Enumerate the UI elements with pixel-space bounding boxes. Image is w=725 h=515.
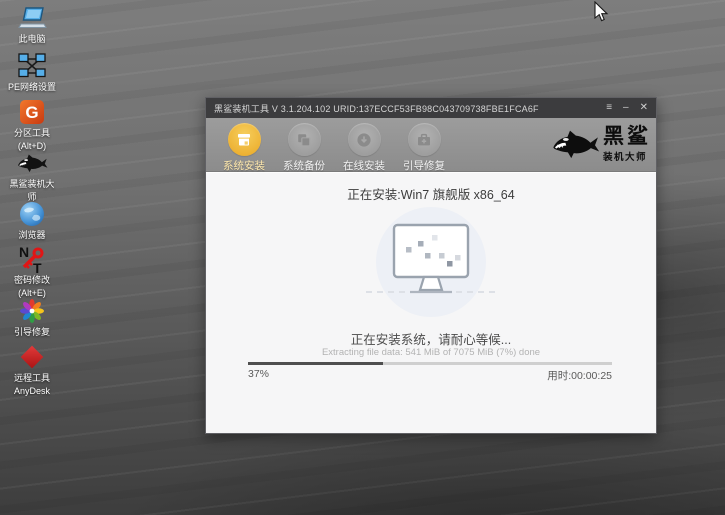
network-settings-icon (17, 52, 47, 80)
substatus-text: Extracting file data: 541 MiB of 7075 Mi… (206, 347, 656, 358)
svg-text:T: T (33, 260, 42, 274)
svg-text:G: G (25, 103, 38, 122)
anydesk-icon (19, 343, 45, 371)
desktop-icon-boot-repair[interactable]: 引导修复 (0, 297, 64, 338)
globe-icon (19, 200, 45, 228)
brand-logo: 黑鲨 装机大师 (550, 125, 651, 163)
progress-bar-fill (248, 362, 383, 365)
toolbar: 系统安装 系统备份 在线安装 引导修复 (206, 118, 656, 172)
desktop-icon-label: 此电脑 (18, 34, 45, 45)
brand-subtitle: 装机大师 (603, 149, 651, 163)
desktop-icon-label: 密码修改 (14, 275, 50, 286)
window-titlebar[interactable]: 黑鲨装机工具 V 3.1.204.102 URID:137ECCF53FB98C… (206, 98, 656, 118)
desktop-icon-this-pc[interactable]: 此电脑 (0, 4, 64, 45)
mouse-cursor-icon (593, 1, 609, 23)
tab-label: 引导修复 (403, 158, 445, 173)
progress-bar (248, 362, 612, 365)
desktop-icon-pe-network[interactable]: PE网络设置 (0, 52, 64, 93)
status-text: 正在安装系统，请耐心等候... (206, 329, 656, 348)
tab-boot-repair[interactable]: 引导修复 (394, 123, 454, 173)
tab-label: 在线安装 (343, 158, 385, 173)
progress-percent: 37% (248, 368, 269, 383)
diskgenius-icon: G (19, 98, 45, 126)
desktop-icon-label: 浏览器 (18, 230, 45, 241)
menu-icon[interactable]: ≡ (606, 103, 612, 113)
tab-label: 系统安装 (223, 158, 265, 173)
download-icon (355, 131, 373, 149)
elapsed-time: 用时:00:00:25 (547, 368, 612, 383)
tab-system-backup[interactable]: 系统备份 (274, 123, 334, 173)
monitor-illustration (206, 206, 656, 320)
minimize-icon[interactable]: – (623, 103, 629, 113)
this-pc-icon (17, 4, 47, 32)
desktop-icon-label2: AnyDesk (14, 386, 50, 397)
install-progress-panel: 正在安装:Win7 旗舰版 x86_64 正在安装系统，请耐 (206, 172, 656, 433)
monitor-icon (364, 206, 498, 320)
pinwheel-icon (19, 297, 45, 325)
tab-online-install[interactable]: 在线安装 (334, 123, 394, 173)
toolbox-icon (415, 131, 433, 149)
desktop-icon-anydesk[interactable]: 远程工具 AnyDesk (0, 343, 64, 396)
tab-label: 系统备份 (283, 158, 325, 173)
desktop-icon-label: 黑鲨装机大 (9, 179, 54, 190)
install-box-icon (235, 131, 253, 149)
desktop-icon-label: PE网络设置 (8, 82, 56, 93)
desktop-icon-label: 分区工具 (14, 128, 50, 139)
tab-system-install[interactable]: 系统安装 (214, 123, 274, 173)
desktop-icon-partition-tool[interactable]: G 分区工具 (Alt+D) (0, 98, 64, 151)
window-title: 黑鲨装机工具 V 3.1.204.102 URID:137ECCF53FB98C… (214, 102, 539, 115)
desktop-icon-label: 远程工具 (14, 373, 50, 384)
desktop-icon-browser[interactable]: 浏览器 (0, 200, 64, 241)
desktop-icon-password-edit[interactable]: N T 密码修改 (Alt+E) (0, 245, 64, 298)
desktop-icon-label: 引导修复 (14, 327, 50, 338)
shark-icon (16, 149, 48, 177)
svg-text:N: N (19, 245, 29, 260)
close-icon[interactable]: ✕ (640, 103, 648, 113)
backup-copies-icon (295, 131, 313, 149)
installer-window: 黑鲨装机工具 V 3.1.204.102 URID:137ECCF53FB98C… (205, 97, 657, 434)
desktop-icon-heisha-master[interactable]: 黑鲨装机大 师 (0, 149, 64, 202)
nt-password-icon: N T (18, 245, 46, 273)
brand-name: 黑鲨 (603, 126, 651, 147)
installing-title: 正在安装:Win7 旗舰版 x86_64 (206, 184, 656, 203)
shark-logo-icon (550, 125, 600, 163)
